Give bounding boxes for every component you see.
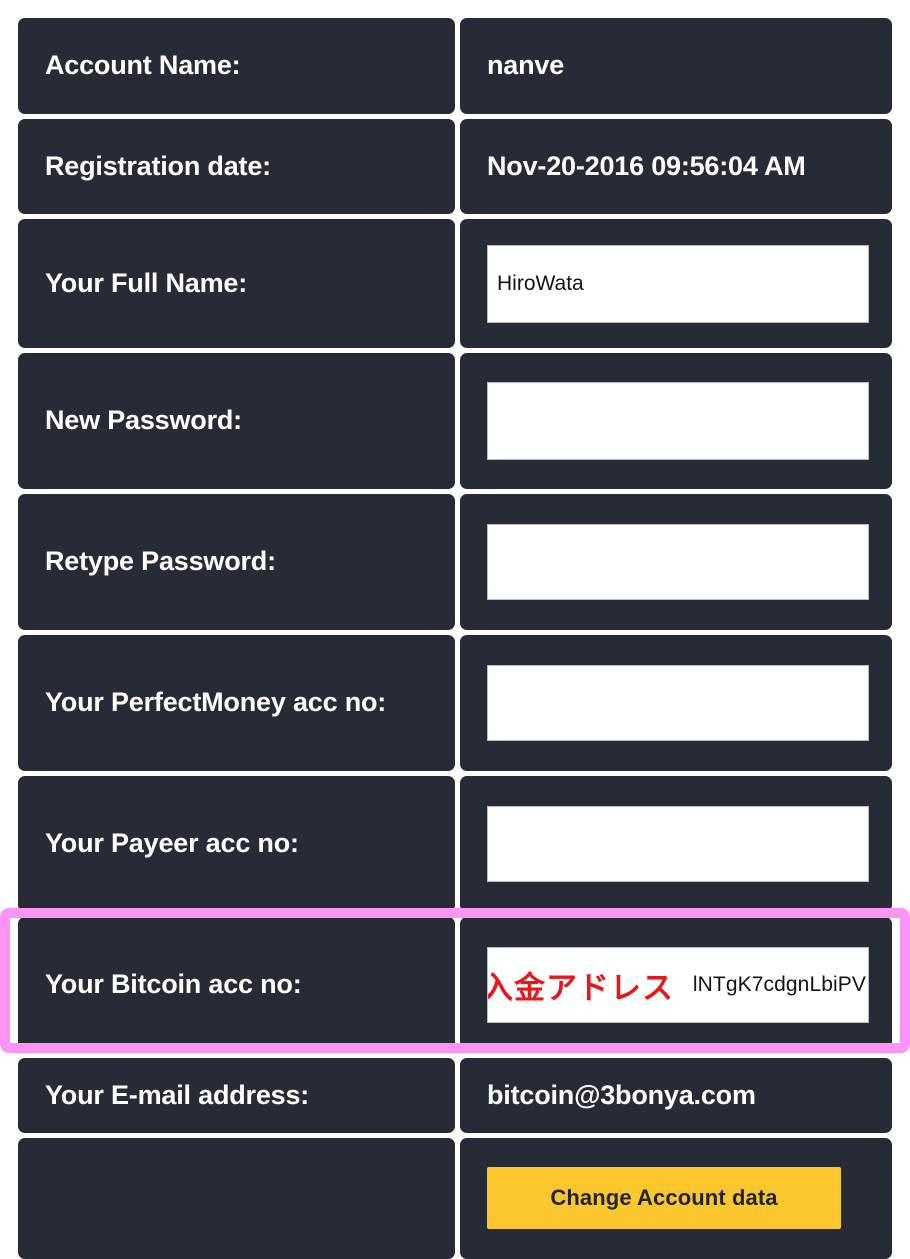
label-text: New Password:	[45, 405, 242, 436]
row-label-bitcoin: Your Bitcoin acc no:	[18, 917, 455, 1053]
row-value-full-name: HiroWata	[460, 219, 892, 348]
table-row: New Password:	[18, 353, 892, 489]
bitcoin-account-value: lNTgK7cdgnLbiPV	[692, 973, 866, 996]
row-value-email: bitcoin@3bonya.com	[460, 1058, 892, 1133]
row-value-payeer	[460, 776, 892, 912]
row-value-perfectmoney	[460, 635, 892, 771]
table-row: Your Full Name: HiroWata	[18, 219, 892, 348]
label-text: Registration date:	[45, 150, 271, 181]
row-label-payeer: Your Payeer acc no:	[18, 776, 455, 912]
account-settings-table: Account Name: nanve Registration date: N…	[0, 18, 910, 1259]
email-value: bitcoin@3bonya.com	[487, 1079, 756, 1110]
table-row: Registration date: Nov-20-2016 09:56:04 …	[18, 119, 892, 214]
row-value-retype-password	[460, 494, 892, 630]
label-text: Retype Password:	[45, 546, 276, 577]
row-label-email: Your E-mail address:	[18, 1058, 455, 1133]
full-name-input[interactable]: HiroWata	[487, 244, 869, 323]
row-value-bitcoin: lNTgK7cdgnLbiPV 入金アドレス	[460, 917, 892, 1053]
table-row: Your PerfectMoney acc no:	[18, 635, 892, 771]
table-row: Change Account data	[18, 1138, 892, 1259]
row-label-account-name: Account Name:	[18, 18, 455, 114]
new-password-input[interactable]	[487, 382, 869, 460]
retype-password-input[interactable]	[487, 524, 869, 600]
row-value-registration-date: Nov-20-2016 09:56:04 AM	[460, 119, 892, 214]
label-text: Your PerfectMoney acc no:	[45, 687, 387, 718]
perfectmoney-account-input[interactable]	[487, 665, 869, 741]
row-label-registration-date: Registration date:	[18, 119, 455, 214]
account-name-value: nanve	[487, 50, 565, 81]
label-text: Your Payeer acc no:	[45, 828, 299, 859]
deposit-address-annotation: 入金アドレス	[487, 970, 674, 1007]
label-text: Your Bitcoin acc no:	[45, 969, 302, 1000]
row-label-perfectmoney: Your PerfectMoney acc no:	[18, 635, 455, 771]
table-row: Your E-mail address: bitcoin@3bonya.com	[18, 1058, 892, 1133]
bitcoin-account-input[interactable]: lNTgK7cdgnLbiPV 入金アドレス	[487, 947, 869, 1023]
row-value-submit: Change Account data	[460, 1138, 892, 1259]
table-row: Account Name: nanve	[18, 18, 892, 114]
label-text: Your E-mail address:	[45, 1079, 310, 1110]
row-label-full-name: Your Full Name:	[18, 219, 455, 348]
row-value-new-password	[460, 353, 892, 489]
registration-date-value: Nov-20-2016 09:56:04 AM	[487, 150, 806, 181]
row-value-account-name: nanve	[460, 18, 892, 114]
payeer-account-input[interactable]	[487, 806, 869, 882]
table-row: Retype Password:	[18, 494, 892, 630]
change-account-data-button[interactable]: Change Account data	[487, 1166, 841, 1229]
row-label-empty	[18, 1138, 455, 1259]
label-text: Your Full Name:	[45, 267, 248, 298]
table-row: Your Payeer acc no:	[18, 776, 892, 912]
label-text: Account Name:	[45, 50, 241, 81]
row-label-new-password: New Password:	[18, 353, 455, 489]
table-row-bitcoin: Your Bitcoin acc no: lNTgK7cdgnLbiPV 入金ア…	[0, 908, 910, 1053]
row-label-retype-password: Retype Password:	[18, 494, 455, 630]
